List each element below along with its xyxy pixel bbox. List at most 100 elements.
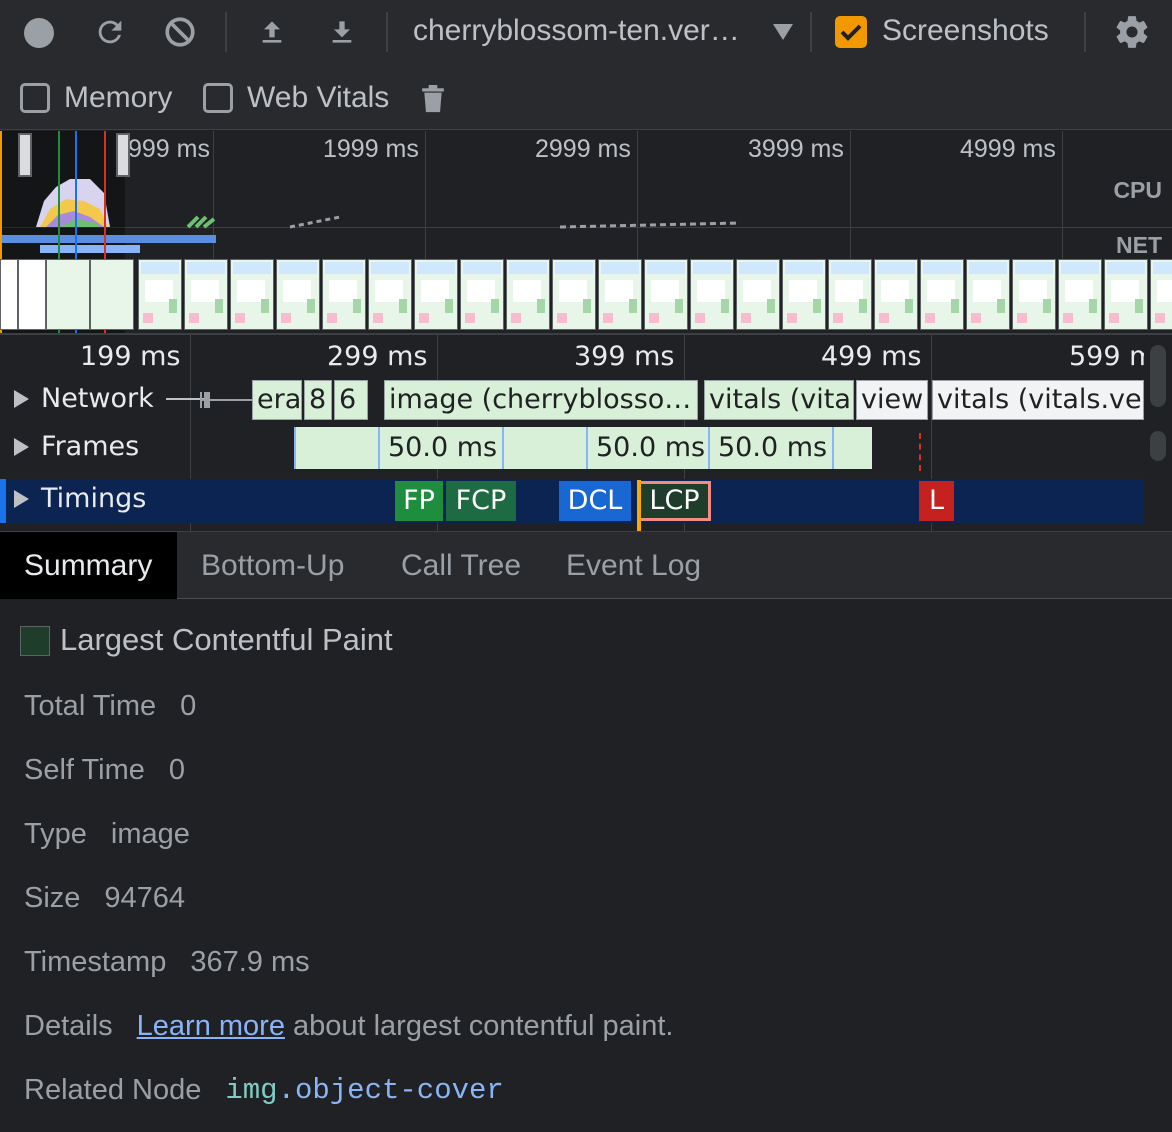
screenshot-thumbnail[interactable] bbox=[736, 259, 780, 330]
screenshot-thumbnail[interactable] bbox=[138, 259, 182, 330]
chevron-down-icon[interactable] bbox=[773, 24, 793, 40]
tab-bottom-up[interactable]: Bottom-Up bbox=[177, 532, 368, 599]
screenshot-thumbnail[interactable] bbox=[598, 259, 642, 330]
screenshot-thumbnail[interactable] bbox=[506, 259, 550, 330]
details-tabs: Summary Bottom-Up Call Tree Event Log bbox=[0, 531, 1172, 599]
expand-triangle-icon[interactable] bbox=[14, 489, 29, 508]
screenshot-thumbnail[interactable] bbox=[460, 259, 504, 330]
flame-tick-label: 399 ms bbox=[574, 341, 675, 372]
web-vitals-label[interactable]: Web Vitals bbox=[247, 81, 389, 115]
expand-triangle-icon[interactable] bbox=[14, 437, 29, 456]
screenshot-thumbnail[interactable] bbox=[322, 259, 366, 330]
reload-icon[interactable] bbox=[92, 14, 128, 50]
web-vitals-checkbox[interactable] bbox=[203, 83, 233, 113]
flame-tick-label: 599 ms bbox=[1069, 341, 1144, 372]
track-frames-label: Frames bbox=[41, 431, 140, 462]
network-request[interactable]: 6 bbox=[334, 380, 368, 420]
overview-tick-label: 3999 ms bbox=[748, 135, 844, 163]
track-network-label: Network bbox=[41, 383, 154, 414]
event-color-swatch bbox=[20, 626, 50, 656]
vertical-scrollbar[interactable] bbox=[1150, 345, 1166, 407]
cpu-label: CPU bbox=[1113, 177, 1162, 203]
frame-block[interactable]: 50.0 ms bbox=[708, 427, 832, 469]
track-frames[interactable]: Frames bbox=[14, 431, 139, 462]
network-request[interactable]: view bbox=[856, 380, 928, 420]
screenshot-thumbnail[interactable] bbox=[828, 259, 872, 330]
screenshot-thumbnail[interactable] bbox=[920, 259, 964, 330]
fp-marker[interactable]: FP bbox=[395, 481, 443, 521]
summary-title: Largest Contentful Paint bbox=[60, 622, 393, 657]
trash-icon[interactable] bbox=[418, 78, 448, 118]
size-value: 94764 bbox=[104, 882, 186, 914]
screenshot-thumbnail[interactable] bbox=[90, 259, 134, 330]
performance-toolbar: cherryblossom-ten.ver… Screenshots bbox=[0, 0, 1172, 66]
screenshot-thumbnail[interactable] bbox=[276, 259, 320, 330]
track-network[interactable]: Network bbox=[14, 383, 206, 414]
screenshot-thumbnail[interactable] bbox=[552, 259, 596, 330]
screenshot-thumbnail[interactable] bbox=[1058, 259, 1102, 330]
track-timings[interactable]: Timings bbox=[14, 483, 146, 514]
clear-icon[interactable] bbox=[162, 14, 198, 50]
dcl-marker[interactable]: DCL bbox=[559, 481, 631, 521]
frame-block[interactable] bbox=[832, 427, 872, 469]
selection-right-handle[interactable] bbox=[116, 133, 130, 177]
screenshot-thumbnail[interactable] bbox=[874, 259, 918, 330]
timeline-overview[interactable]: 999 ms 1999 ms 2999 ms 3999 ms 4999 ms C… bbox=[0, 131, 1172, 333]
screenshots-checkbox[interactable] bbox=[835, 16, 867, 48]
flame-tick-label: 299 ms bbox=[327, 341, 428, 372]
lcp-marker[interactable]: LCP bbox=[638, 481, 711, 521]
frame-block[interactable]: 50.0 ms bbox=[586, 427, 708, 469]
screenshots-label[interactable]: Screenshots bbox=[882, 14, 1049, 48]
size-row: Size 94764 bbox=[24, 882, 185, 915]
network-request[interactable]: era bbox=[252, 380, 302, 420]
screenshot-thumbnail[interactable] bbox=[1104, 259, 1148, 330]
selection-left-handle[interactable] bbox=[18, 133, 32, 177]
target-select[interactable]: cherryblossom-ten.ver… bbox=[413, 14, 740, 48]
record-icon[interactable] bbox=[22, 16, 56, 50]
network-request[interactable]: image (cherryblosso… bbox=[384, 380, 698, 420]
screenshot-thumbnail[interactable] bbox=[1012, 259, 1056, 330]
network-request[interactable]: vitals (vitals.ver bbox=[932, 380, 1144, 420]
download-icon[interactable] bbox=[324, 14, 360, 50]
type-label: Type bbox=[24, 818, 87, 850]
tab-summary[interactable]: Summary bbox=[0, 532, 177, 599]
memory-checkbox[interactable] bbox=[20, 83, 50, 113]
screenshot-thumbnail[interactable] bbox=[1150, 259, 1172, 330]
vertical-scrollbar-thumb[interactable] bbox=[1150, 431, 1166, 461]
screenshot-thumbnail[interactable] bbox=[368, 259, 412, 330]
screenshot-thumbnail[interactable] bbox=[966, 259, 1010, 330]
screenshot-thumbnail[interactable] bbox=[782, 259, 826, 330]
learn-more-link[interactable]: Learn more bbox=[137, 1010, 285, 1043]
upload-icon[interactable] bbox=[254, 14, 290, 50]
screenshot-thumbnail[interactable] bbox=[690, 259, 734, 330]
load-marker[interactable]: L bbox=[919, 481, 954, 521]
network-request[interactable]: vitals (vital bbox=[704, 380, 854, 420]
track-timings-label: Timings bbox=[41, 483, 147, 514]
fcp-marker[interactable]: FCP bbox=[446, 481, 516, 521]
flame-chart[interactable]: 199 ms 299 ms 399 ms 499 ms 599 ms Netwo… bbox=[0, 333, 1172, 531]
frame-block[interactable]: 50.0 ms bbox=[378, 427, 502, 469]
frame-block[interactable] bbox=[502, 427, 586, 469]
related-node-link[interactable]: img.object-cover bbox=[225, 1074, 503, 1107]
total-time-row: Total Time 0 bbox=[24, 690, 196, 723]
screenshot-thumbnail[interactable] bbox=[0, 259, 18, 330]
net-label: NET bbox=[1116, 232, 1162, 258]
gear-icon[interactable] bbox=[1112, 12, 1152, 52]
timestamp-row: Timestamp 367.9 ms bbox=[24, 946, 310, 979]
screenshot-thumbnail[interactable] bbox=[230, 259, 274, 330]
screenshot-thumbnail[interactable] bbox=[644, 259, 688, 330]
screenshot-thumbnail[interactable] bbox=[46, 259, 90, 330]
screenshot-thumbnail[interactable] bbox=[18, 259, 46, 330]
screenshot-thumbnail[interactable] bbox=[184, 259, 228, 330]
details-label: Details bbox=[24, 1010, 113, 1042]
network-request-whisker bbox=[200, 392, 252, 408]
network-request[interactable]: 8 bbox=[304, 380, 332, 420]
screenshot-thumbnail[interactable] bbox=[414, 259, 458, 330]
frame-block[interactable] bbox=[294, 427, 378, 469]
expand-triangle-icon[interactable] bbox=[14, 389, 29, 408]
tab-event-log[interactable]: Event Log bbox=[542, 532, 725, 599]
memory-label[interactable]: Memory bbox=[64, 81, 172, 115]
playhead-cursor bbox=[637, 480, 641, 531]
related-node-label: Related Node bbox=[24, 1074, 202, 1106]
tab-call-tree[interactable]: Call Tree bbox=[377, 532, 545, 599]
